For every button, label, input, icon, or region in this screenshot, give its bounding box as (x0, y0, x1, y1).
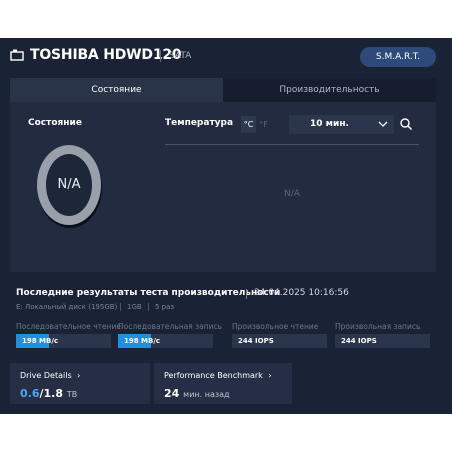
results-title: Последние результаты теста производитель… (16, 288, 281, 298)
drive-unit: TB (66, 390, 78, 399)
results-sub-divider (148, 303, 149, 311)
results-size: 1GB (127, 303, 142, 311)
benchmark-age: 24 мин. назад (164, 387, 230, 400)
results-date: 24.04.2025 10:16:56 (254, 288, 349, 298)
results-disk: E: Локальный диск (195GB) (16, 303, 118, 311)
results-sub-divider (120, 303, 121, 311)
metric-bar-rand-read: 244 IOPS (232, 334, 327, 348)
smart-button[interactable]: S.M.A.R.T. (360, 47, 436, 67)
drive-details-label: Drive Details (20, 371, 72, 380)
drive-icon (10, 49, 24, 61)
metric-bar-seq-write: 198 MB/c (118, 334, 213, 348)
drive-interface: SATA (169, 51, 192, 61)
tab-performance[interactable]: Производительность (223, 78, 436, 102)
metric-bar-seq-read: 198 MB/c (16, 334, 111, 348)
temperature-divider (165, 144, 419, 145)
status-label: Состояние (28, 118, 82, 128)
temperature-label: Температура (165, 118, 234, 128)
metric-bar-rand-write: 244 IOPS (335, 334, 430, 348)
interval-value: 10 мин. (310, 119, 349, 129)
temperature-value: N/A (284, 189, 300, 199)
metric-value: 198 MB/c (124, 337, 161, 345)
benchmark-unit: мин. назад (183, 390, 230, 399)
unit-celsius-toggle[interactable]: °C (241, 116, 256, 133)
drive-details-title[interactable]: Drive Details › (20, 371, 80, 380)
metric-value: 244 IOPS (238, 337, 274, 345)
results-runs: 5 раз (155, 303, 175, 311)
benchmark-value: 24 (164, 387, 180, 400)
metric-label-rand-write: Произвольная запись (335, 322, 421, 331)
chevron-down-icon[interactable] (378, 120, 388, 128)
metric-label-seq-read: Последовательное чтение (16, 322, 122, 331)
metric-value: 198 MB/c (22, 337, 59, 345)
drive-total: /1.8 (39, 387, 64, 400)
tab-status[interactable]: Состояние (10, 78, 223, 102)
drive-capacity: 0.6/1.8 TB (20, 387, 77, 400)
results-divider (246, 289, 247, 299)
chevron-right-icon: › (268, 371, 272, 380)
unit-fahrenheit-toggle[interactable]: °F (256, 116, 271, 133)
metric-value: 244 IOPS (341, 337, 377, 345)
metric-label-rand-read: Произвольное чтение (232, 322, 319, 331)
benchmark-label: Performance Benchmark (164, 371, 263, 380)
search-icon[interactable] (399, 117, 413, 131)
header-divider (160, 50, 161, 62)
metric-label-seq-write: Последовательная запись (118, 322, 223, 331)
status-value: N/A (57, 177, 81, 192)
drive-title: TOSHIBA HDWD120 (30, 47, 182, 63)
chevron-right-icon: › (77, 371, 81, 380)
benchmark-title[interactable]: Performance Benchmark › (164, 371, 272, 380)
drive-used: 0.6 (20, 387, 40, 400)
